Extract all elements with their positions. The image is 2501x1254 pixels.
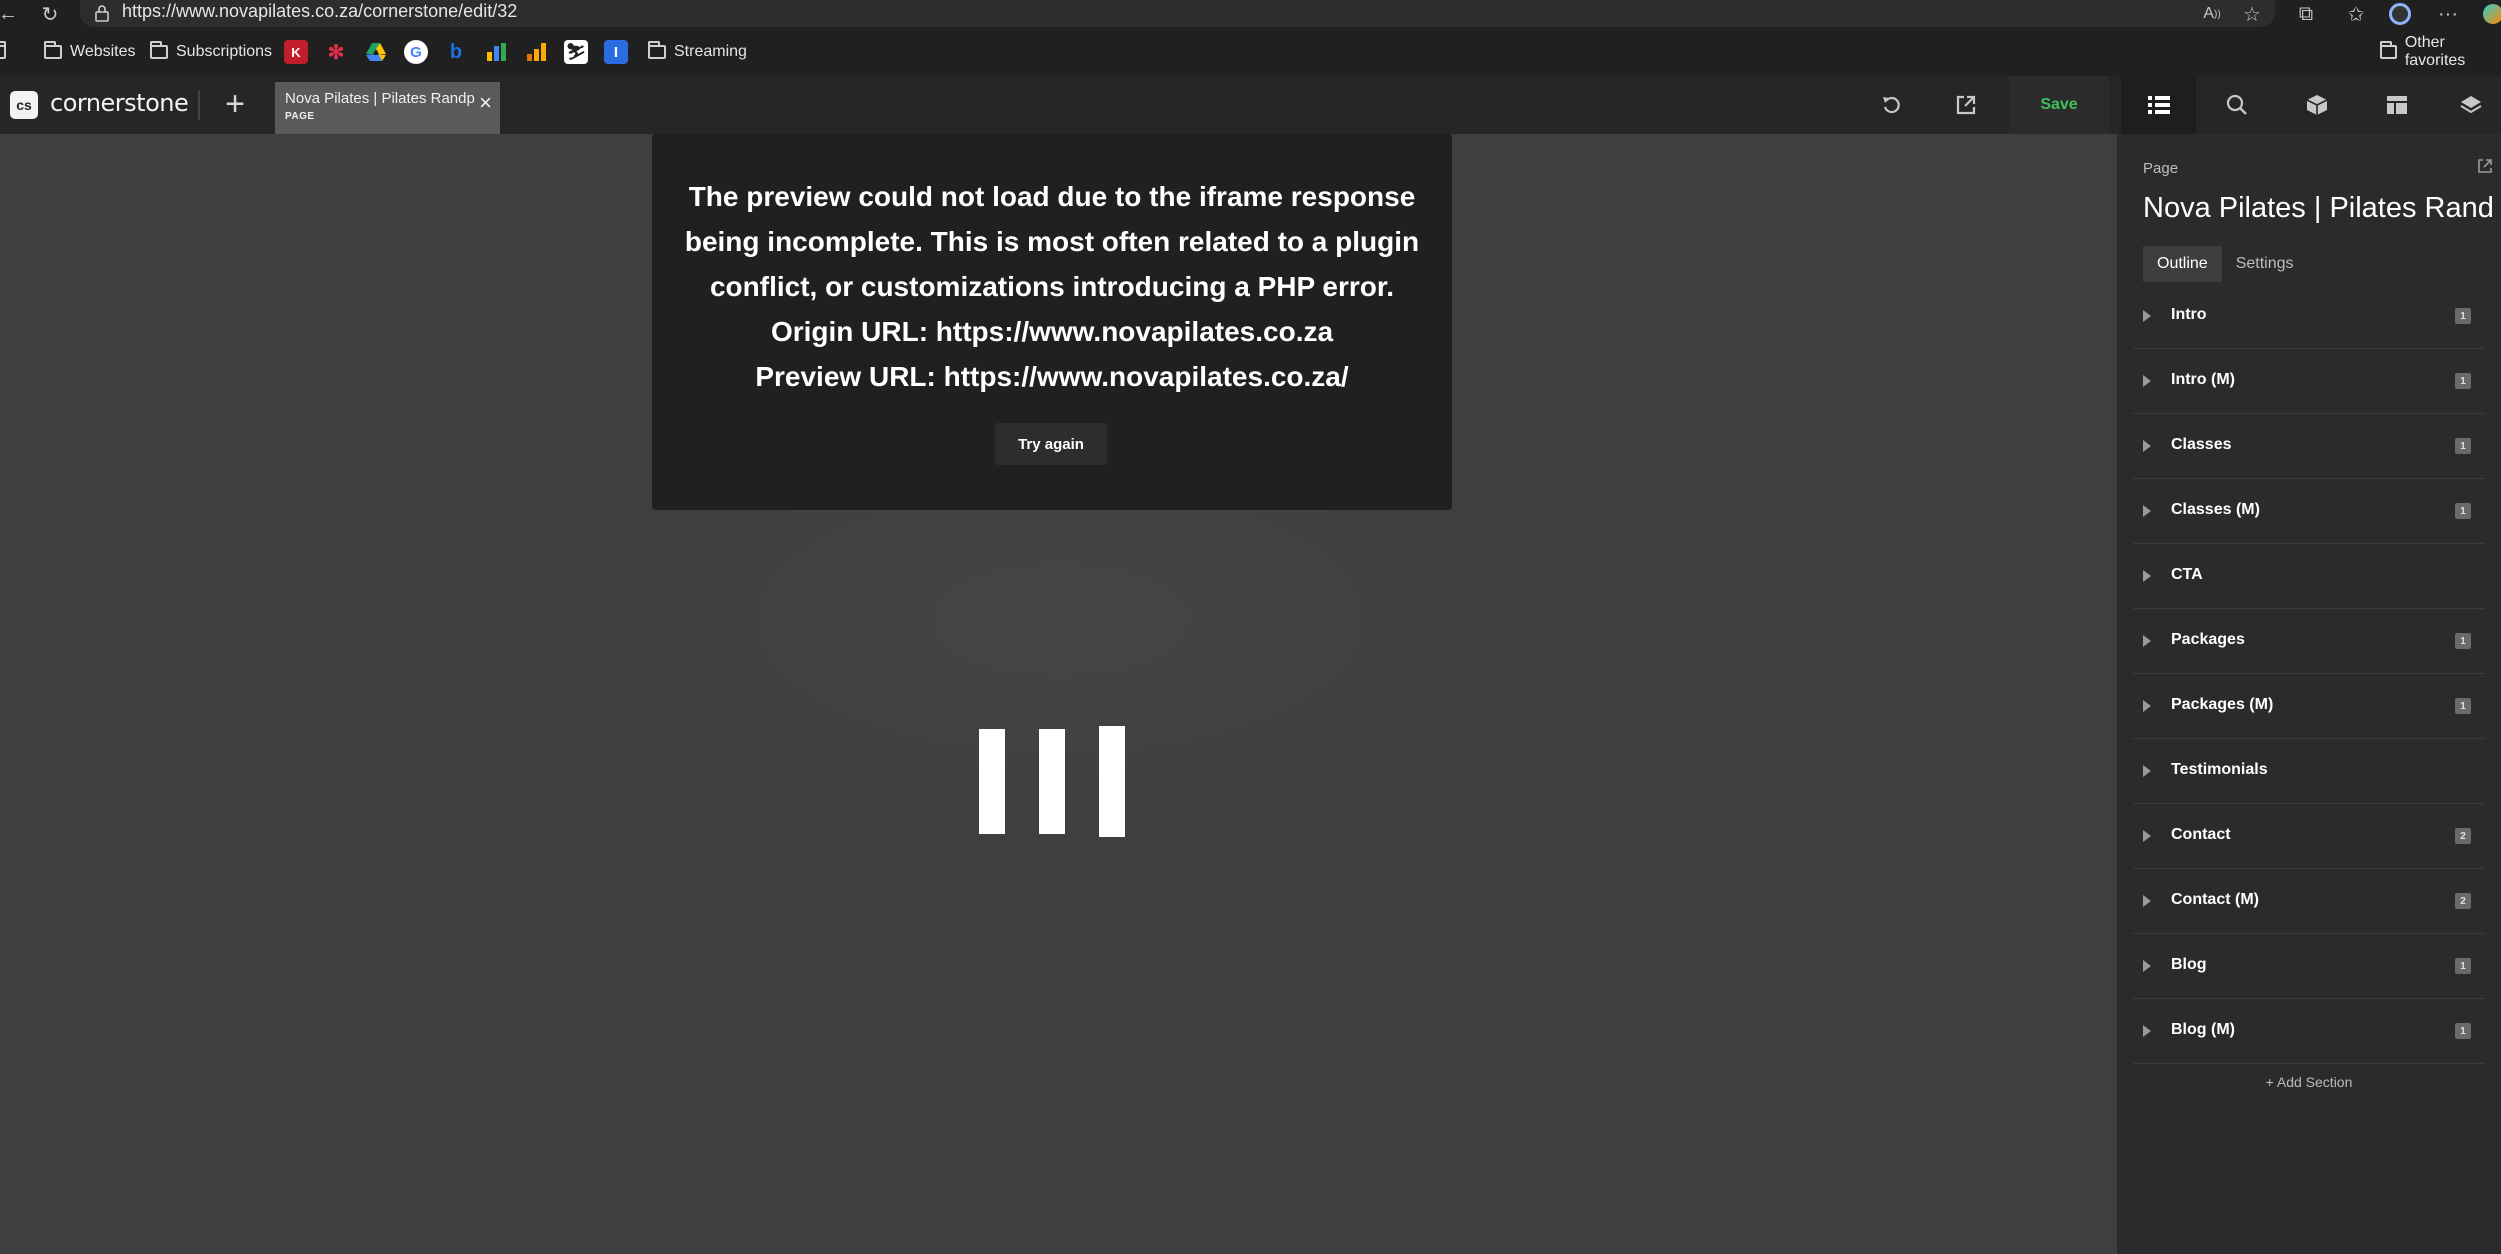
google-icon[interactable]: G (404, 40, 428, 64)
expand-arrow-icon[interactable] (2143, 440, 2151, 452)
bookmark-other-favorites[interactable]: Other favorites (2380, 28, 2501, 76)
cornerstone-logo[interactable]: cs (10, 91, 38, 119)
address-bar[interactable]: https://www.novapilates.co.za/cornerston… (80, 0, 2275, 27)
folder-icon (44, 41, 62, 59)
expand-arrow-icon[interactable] (2143, 765, 2151, 777)
divider (198, 90, 200, 120)
bookmark-menu-icon[interactable] (0, 28, 14, 76)
child-count-badge: 1 (2455, 1023, 2471, 1039)
child-count-badge: 1 (2455, 698, 2471, 714)
expand-arrow-icon[interactable] (2143, 375, 2151, 387)
preview-error-dialog: The preview could not load due to the if… (652, 134, 1452, 510)
add-new-button[interactable]: + (215, 84, 255, 124)
child-count-badge: 1 (2455, 373, 2471, 389)
profile-icon[interactable] (2382, 0, 2418, 28)
analytics-icon[interactable] (524, 40, 548, 64)
section-row-packages-m[interactable]: Packages (M) 1 (2133, 674, 2485, 739)
section-row-intro-m[interactable]: Intro (M) 1 (2133, 349, 2485, 414)
favicon-butterfly-icon[interactable]: ✻ (324, 40, 348, 64)
child-count-badge: 1 (2455, 633, 2471, 649)
loading-bar-3 (1099, 726, 1125, 837)
star-icon[interactable]: ☆ (2234, 0, 2270, 28)
expand-arrow-icon[interactable] (2143, 635, 2151, 647)
section-list: Intro 1 Intro (M) 1 Classes 1 Classes (M) 1 … (2133, 284, 2485, 1064)
section-row-classes-m[interactable]: Classes (M) 1 (2133, 479, 2485, 544)
expand-arrow-icon[interactable] (2143, 700, 2151, 712)
panel-tabs: Outline Settings (2143, 246, 2308, 282)
folder-icon (150, 41, 168, 59)
edge-copilot-icon[interactable] (2475, 0, 2501, 28)
expand-arrow-icon[interactable] (2143, 570, 2151, 582)
child-count-badge: 1 (2455, 958, 2471, 974)
google-ads-icon[interactable] (484, 40, 508, 64)
child-count-badge: 2 (2455, 828, 2471, 844)
search-icon[interactable] (2201, 76, 2273, 134)
error-message: The preview could not load due to the if… (684, 181, 1420, 392)
section-row-intro[interactable]: Intro 1 (2133, 284, 2485, 349)
page-title: Nova Pilates | Pilates Randpark (2143, 192, 2493, 224)
document-tab-title: Nova Pilates | Pilates Randpark (285, 90, 475, 107)
document-tab-type: PAGE (285, 111, 315, 122)
document-tab[interactable]: Nova Pilates | Pilates Randpark PAGE × (275, 82, 500, 134)
try-again-button[interactable]: Try again (995, 423, 1107, 465)
read-aloud-icon[interactable]: A)) (2194, 0, 2230, 28)
bookmark-websites[interactable]: Websites (44, 28, 136, 76)
section-row-contact[interactable]: Contact 2 (2133, 804, 2485, 869)
elements-cube-icon[interactable] (2281, 76, 2353, 134)
layout-icon[interactable] (2361, 76, 2433, 134)
section-row-packages[interactable]: Packages 1 (2133, 609, 2485, 674)
bing-icon[interactable]: b (444, 40, 468, 64)
child-count-badge: 2 (2455, 893, 2471, 909)
child-count-badge: 1 (2455, 438, 2471, 454)
favorites-icon[interactable]: ✩ (2338, 0, 2374, 28)
back-icon[interactable]: ← (0, 0, 22, 28)
section-row-classes[interactable]: Classes 1 (2133, 414, 2485, 479)
brand-name: cornerstone (50, 89, 189, 117)
tab-settings[interactable]: Settings (2222, 246, 2308, 282)
expand-arrow-icon[interactable] (2143, 1025, 2151, 1037)
folder-icon (648, 41, 666, 59)
section-row-testimonials[interactable]: Testimonials (2133, 739, 2485, 804)
open-external-icon[interactable] (1930, 76, 2002, 134)
outline-view-icon[interactable] (2121, 76, 2196, 134)
close-tab-icon[interactable]: × (479, 92, 492, 114)
url-text: https://www.novapilates.co.za/cornerston… (122, 1, 518, 21)
builder-toolbar: cs cornerstone + Nova Pilates | Pilates … (0, 76, 2501, 134)
section-row-blog-m[interactable]: Blog (M) 1 (2133, 999, 2485, 1064)
undo-icon[interactable] (1856, 76, 1928, 134)
child-count-badge: 1 (2455, 503, 2471, 519)
layers-icon[interactable] (2441, 76, 2501, 134)
more-icon[interactable]: ··· (2430, 0, 2466, 28)
browser-toolbar: ← ↻ https://www.novapilates.co.za/corner… (0, 0, 2501, 28)
add-section-button[interactable]: + Add Section (2117, 1074, 2501, 1090)
panel-kind: Page (2143, 160, 2179, 177)
expand-arrow-icon[interactable] (2143, 895, 2151, 907)
section-row-blog[interactable]: Blog 1 (2133, 934, 2485, 999)
favicon-walker-icon[interactable]: ⛷ (564, 40, 588, 64)
open-page-icon[interactable] (2477, 158, 2493, 174)
extensions-icon[interactable]: ⧉ (2288, 0, 2324, 28)
expand-arrow-icon[interactable] (2143, 310, 2151, 322)
section-row-cta[interactable]: CTA (2133, 544, 2485, 609)
save-button[interactable]: Save (2009, 76, 2109, 134)
child-count-badge: 1 (2455, 308, 2471, 324)
lock-icon (95, 5, 109, 22)
expand-arrow-icon[interactable] (2143, 505, 2151, 517)
favicon-k-icon[interactable]: K (284, 40, 308, 64)
bookmarks-bar: Websites Subscriptions K ✻ G b ⛷ I Strea… (0, 28, 2501, 76)
bookmark-subscriptions[interactable]: Subscriptions (150, 28, 272, 76)
tab-outline[interactable]: Outline (2143, 246, 2222, 282)
google-drive-icon[interactable] (364, 40, 388, 64)
loading-bar-2 (1039, 729, 1065, 834)
expand-arrow-icon[interactable] (2143, 960, 2151, 972)
folder-icon (2380, 41, 2397, 59)
panel-header: Page Nova Pilates | Pilates Randpark Out… (2117, 134, 2501, 284)
loading-bar-1 (979, 729, 1005, 834)
section-row-contact-m[interactable]: Contact (M) 2 (2133, 869, 2485, 934)
bookmark-streaming[interactable]: Streaming (648, 28, 747, 76)
favicon-i-icon[interactable]: I (604, 40, 628, 64)
expand-arrow-icon[interactable] (2143, 830, 2151, 842)
refresh-icon[interactable]: ↻ (36, 0, 64, 28)
